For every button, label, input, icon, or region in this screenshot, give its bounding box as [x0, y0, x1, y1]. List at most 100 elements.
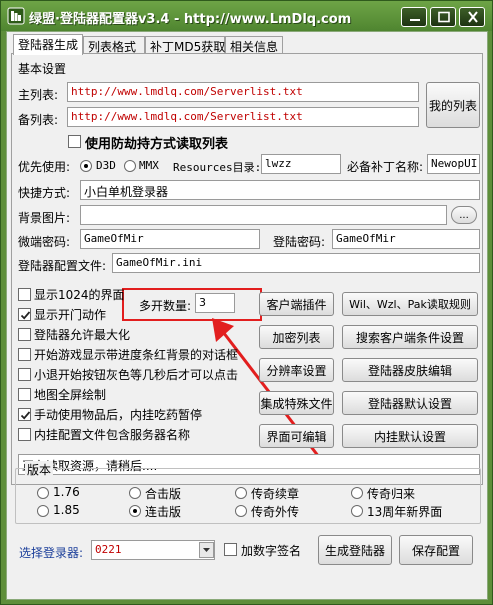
version-radio[interactable] [235, 487, 247, 499]
option-label: 显示1024的界面 [34, 288, 125, 302]
generate-launcher-button[interactable]: 生成登陆器 [318, 535, 392, 565]
login-password-label: 登陆密码: [273, 235, 326, 249]
browse-button[interactable]: ... [451, 206, 477, 224]
version-option-label: 1.76 [53, 485, 80, 499]
main-list-input[interactable]: http://www.lmdlq.com/Serverlist.txt [67, 82, 419, 102]
check-icon [20, 311, 31, 320]
chevron-down-icon [203, 548, 210, 552]
digital-sign-checkbox[interactable] [224, 543, 237, 556]
encrypt-list-button[interactable]: 加密列表 [259, 325, 334, 349]
digital-sign-label: 加数字签名 [241, 544, 302, 558]
version-option-label: 传奇续章 [251, 487, 300, 501]
option-checkbox[interactable] [18, 428, 31, 441]
patch-label: 必备补丁名称: [347, 160, 424, 174]
option-checkbox[interactable] [18, 308, 31, 321]
wil-rule-button[interactable]: Wil、Wzl、Pak读取规则 [342, 292, 478, 316]
maximize-button[interactable] [430, 7, 456, 27]
version-option-label: 13周年新界面 [367, 505, 443, 519]
anti-hijack-label: 使用防劫持方式读取列表 [85, 137, 229, 152]
option-label: 手动使用物品后，内挂吃药暂停 [34, 408, 203, 422]
shortcut-input[interactable]: 小白单机登录器 [80, 180, 480, 200]
version-option-label: 1.85 [53, 503, 80, 517]
backup-list-input[interactable]: http://www.lmdlq.com/Serverlist.txt [67, 107, 419, 127]
micro-password-label: 微端密码: [18, 235, 71, 249]
version-radio[interactable] [37, 487, 49, 499]
option-checkbox[interactable] [18, 288, 31, 301]
option-label: 开始游戏显示带进度条红背景的对话框 [34, 348, 239, 362]
minimize-icon [410, 19, 420, 21]
select-dropdown-button[interactable] [199, 542, 214, 558]
option-label: 内挂配置文件包含服务器名称 [34, 428, 191, 442]
radio-dot [84, 164, 88, 168]
default-settings-button[interactable]: 登陆器默认设置 [342, 391, 478, 415]
special-file-button[interactable]: 集成特殊文件 [259, 391, 334, 415]
resolution-button[interactable]: 分辨率设置 [259, 358, 334, 382]
resources-input[interactable]: lwzz [261, 154, 341, 174]
version-option-label: 合击版 [145, 487, 182, 501]
app-window: 绿盟·登陆器配置器v3.4 - http://www.LmDlq.com 登陆器… [0, 0, 493, 605]
version-radio[interactable] [351, 505, 363, 517]
option-checkbox[interactable] [18, 408, 31, 421]
search-client-button[interactable]: 搜索客户端条件设置 [342, 325, 478, 349]
option-label: 地图全屏绘制 [34, 388, 107, 402]
tab-about[interactable]: 相关信息 [225, 36, 283, 54]
config-file-label: 登陆器配置文件: [18, 259, 107, 273]
radio-dot [133, 509, 137, 513]
window-title: 绿盟·登陆器配置器v3.4 - http://www.LmDlq.com [29, 12, 352, 27]
ui-edit-button[interactable]: 界面可编辑 [259, 424, 334, 448]
client-plugin-button[interactable]: 客户端插件 [259, 292, 334, 316]
multi-open-label: 多开数量: [139, 299, 192, 313]
option-label: 小退开始按钮灰色等几秒后才可以点击 [34, 368, 239, 382]
patch-input[interactable]: NewopUI [427, 154, 480, 174]
select-launcher-label: 选择登录器: [19, 546, 84, 560]
my-list-button[interactable]: 我的列表 [426, 82, 480, 128]
app-logo-icon [7, 7, 25, 25]
launcher-select[interactable]: 0221 [91, 540, 215, 560]
option-checkbox[interactable] [18, 388, 31, 401]
basic-settings-label: 基本设置 [18, 62, 67, 76]
version-radio[interactable] [129, 487, 141, 499]
backup-list-label: 备列表: [18, 113, 59, 127]
title-bar[interactable]: 绿盟·登陆器配置器v3.4 - http://www.LmDlq.com [1, 1, 492, 31]
version-radio[interactable] [351, 487, 363, 499]
check-icon [20, 411, 31, 420]
option-checkbox[interactable] [18, 328, 31, 341]
bg-image-label: 背景图片: [18, 211, 71, 225]
close-icon [468, 11, 478, 23]
version-radio[interactable] [235, 505, 247, 517]
login-password-input[interactable]: GameOfMir [332, 229, 480, 249]
version-group-label: 版本 [25, 461, 54, 478]
bg-image-input[interactable] [80, 205, 447, 225]
micro-password-input[interactable]: GameOfMir [80, 229, 260, 249]
tab-generator[interactable]: 登陆器生成 [13, 34, 83, 55]
generator-panel: 基本设置 主列表: http://www.lmdlq.com/Serverlis… [11, 53, 483, 485]
version-option-label: 传奇外传 [251, 505, 300, 519]
d3d-label: D3D [96, 159, 116, 172]
mmx-label: MMX [139, 159, 159, 172]
version-option-label: 传奇归来 [367, 487, 416, 501]
mmx-radio[interactable] [124, 160, 136, 172]
client-area: 登陆器生成 列表格式 补丁MD5获取 相关信息 基本设置 主列表: http:/… [6, 31, 488, 600]
option-checkbox[interactable] [18, 368, 31, 381]
version-radio[interactable] [129, 505, 141, 517]
skin-edit-button[interactable]: 登陆器皮肤编辑 [342, 358, 478, 382]
version-option-label: 连击版 [145, 505, 182, 519]
main-list-label: 主列表: [18, 88, 59, 102]
tab-list-format[interactable]: 列表格式 [83, 36, 145, 54]
close-button[interactable] [459, 7, 485, 27]
resources-label: Resources目录: [173, 161, 262, 174]
config-file-input[interactable]: GameOfMir.ini [112, 253, 480, 273]
tab-patch-md5[interactable]: 补丁MD5获取 [145, 36, 225, 54]
d3d-radio[interactable] [80, 160, 92, 172]
version-radio[interactable] [37, 505, 49, 517]
option-checkbox[interactable] [18, 348, 31, 361]
priority-label: 优先使用: [18, 160, 71, 174]
anti-hijack-checkbox[interactable] [68, 135, 81, 148]
shortcut-label: 快捷方式: [18, 186, 71, 200]
save-config-button[interactable]: 保存配置 [399, 535, 473, 565]
maximize-icon [438, 11, 450, 23]
plugin-default-button[interactable]: 内挂默认设置 [342, 424, 478, 448]
minimize-button[interactable] [401, 7, 427, 27]
multi-open-input[interactable]: 3 [195, 293, 235, 313]
option-label: 显示开门动作 [34, 308, 107, 322]
